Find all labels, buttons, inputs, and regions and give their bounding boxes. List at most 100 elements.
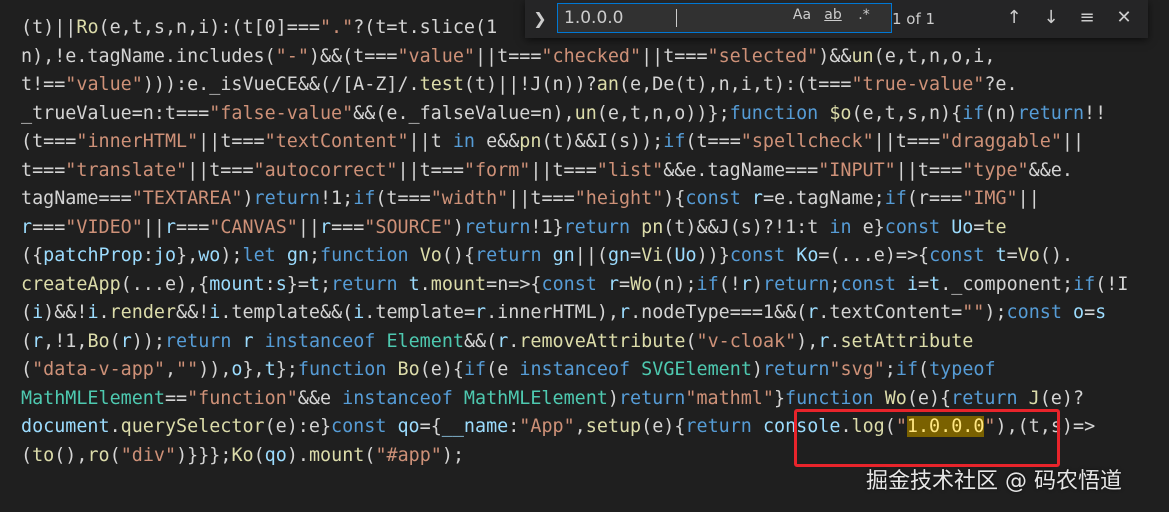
code-token: "TEXTAREA": [131, 188, 243, 209]
code-token: ||t===: [641, 45, 708, 67]
code-editor[interactable]: (t)||Ro(e,t,s,n,i):(t[0]==="."?(t=t.slic…: [0, 0, 1169, 512]
code-token: =: [619, 273, 631, 295]
code-token: ;: [320, 273, 332, 295]
code-token: &&(e._falseValue=n),: [353, 102, 575, 124]
code-token: ||t===: [397, 159, 464, 181]
code-token: return: [763, 273, 830, 295]
code-token: &&e.: [1028, 159, 1073, 181]
code-token: ||t===: [474, 45, 542, 67]
code-token: if: [895, 359, 919, 380]
code-token: ): [607, 387, 619, 409]
code-token: "selected": [707, 45, 819, 67]
code-line[interactable]: n),!e.tagName.includes("-")&&(t==="value…: [21, 43, 995, 71]
code-token: ),: [796, 330, 819, 352]
code-token: =(...e)=>{: [818, 245, 930, 266]
code-token: const: [729, 245, 797, 266]
code-token: e}: [851, 216, 885, 238]
code-token: )&&!: [43, 302, 88, 323]
code-token: (: [21, 359, 33, 380]
code-token: const: [685, 188, 752, 209]
code-token: (e: [486, 359, 509, 380]
code-token: Uo: [674, 245, 697, 266]
code-line[interactable]: ("data-v-app","")),o},t};function Bo(e){…: [21, 356, 996, 384]
next-match-arrow-down-icon[interactable]: ↓: [1037, 4, 1065, 32]
code-token: function: [320, 245, 420, 266]
code-token: (: [109, 444, 121, 466]
code-token: (: [253, 444, 265, 466]
code-line[interactable]: ({patchProp:jo},wo);let gn;function Vo()…: [21, 242, 1073, 270]
code-line[interactable]: (r,!1,Bo(r));return r instanceof Element…: [21, 328, 973, 356]
code-token: qo: [397, 416, 420, 437]
code-token: r: [242, 330, 254, 352]
code-token: t: [929, 273, 941, 295]
code-line[interactable]: t==="translate"||t==="autocorrect"||t===…: [21, 157, 1073, 185]
code-token: (...e),{: [120, 273, 210, 295]
code-line[interactable]: (i)&&!i.render&&!i.template&&(i.template…: [21, 299, 1106, 327]
toggle-replace-chevron-icon[interactable]: ❯: [529, 4, 551, 34]
code-token: render: [109, 302, 177, 323]
code-token: instanceof: [253, 330, 387, 352]
code-token: r: [21, 216, 33, 238]
code-token: an: [596, 74, 619, 95]
match-whole-word-icon[interactable]: ab: [821, 4, 845, 26]
code-token: J: [1028, 387, 1040, 409]
code-token: ro: [87, 444, 110, 466]
code-token: t===: [21, 159, 66, 181]
code-line[interactable]: (to(),ro("div")}}};Ko(qo).mount("#app");: [21, 442, 464, 470]
code-token: (: [663, 245, 675, 266]
previous-match-arrow-up-icon[interactable]: ↑: [1000, 4, 1028, 32]
code-token: ): [751, 359, 763, 380]
code-token: )&&: [818, 45, 852, 67]
code-token: if: [962, 102, 985, 124]
code-line[interactable]: tagName==="TEXTAREA")return!1;if(t==="wi…: [21, 185, 1040, 213]
code-token: &&(: [463, 330, 498, 352]
code-line[interactable]: _trueValue=n:t==="false-value"&&(e._fals…: [21, 100, 1106, 128]
code-token: i: [87, 302, 99, 323]
code-token: Vo: [419, 245, 442, 266]
code-token: (: [21, 302, 33, 323]
code-token: (e,De(t),n,i,t):(t===: [618, 74, 852, 95]
code-line[interactable]: (t)||Ro(e,t,s,n,i):(t[0]==="."?(t=t.slic…: [21, 14, 497, 42]
code-token: Wo: [884, 387, 907, 409]
code-token: (e,t,n,o,i,: [873, 45, 996, 67]
code-token: ,!1,: [43, 330, 88, 352]
code-token: )}}};: [176, 444, 232, 466]
code-token: ){: [663, 188, 686, 209]
code-token: ".": [319, 17, 354, 38]
code-token: "autocorrect": [253, 159, 398, 181]
code-token: pn: [519, 131, 542, 152]
code-line[interactable]: r==="VIDEO"||r==="CANVAS"||r==="SOURCE")…: [21, 214, 1007, 242]
code-token: }=: [286, 273, 309, 295]
code-line[interactable]: (t==="innerHTML"||t==="textContent"||t i…: [21, 128, 1084, 156]
code-token: ).: [286, 444, 309, 466]
find-input-value: 1.0.0.0: [564, 8, 624, 28]
code-token: Bo: [397, 359, 420, 380]
code-token: "INPUT": [818, 159, 896, 181]
code-token: "#app": [375, 444, 442, 466]
code-token: "height": [574, 188, 664, 209]
code-token: "value": [397, 45, 475, 67]
code-token: },: [242, 359, 265, 380]
code-token: s: [275, 273, 287, 295]
find-widget: ❯ 1.0.0.0 Aa ab .* 1 of 1 ↑ ↓ ≡ ✕: [525, 0, 1148, 38]
code-line[interactable]: createApp(...e),{mount:s}=t;return t.mou…: [21, 271, 1128, 299]
code-token: ||t===: [873, 131, 941, 152]
code-token: ({: [21, 245, 44, 266]
use-regex-icon[interactable]: .*: [851, 4, 877, 26]
code-token: .: [829, 330, 841, 352]
code-token: r: [618, 302, 631, 323]
match-case-icon[interactable]: Aa: [790, 4, 814, 26]
code-token: SVGElement: [641, 359, 752, 380]
code-line[interactable]: t!=="value"))):e._isVueCE&&(/[A-Z]/.test…: [21, 71, 1018, 99]
find-in-selection-icon[interactable]: ≡: [1073, 4, 1101, 32]
code-token: e&&: [475, 131, 520, 152]
code-token: $o: [829, 102, 852, 124]
code-token: ): [751, 273, 764, 295]
code-token: return: [685, 416, 763, 437]
close-find-icon[interactable]: ✕: [1110, 4, 1138, 32]
code-token: return: [1017, 102, 1085, 124]
code-token: "draggable": [940, 131, 1062, 152]
code-token: t!==: [21, 74, 66, 95]
code-token: in: [829, 216, 852, 238]
code-token: i: [32, 302, 44, 323]
